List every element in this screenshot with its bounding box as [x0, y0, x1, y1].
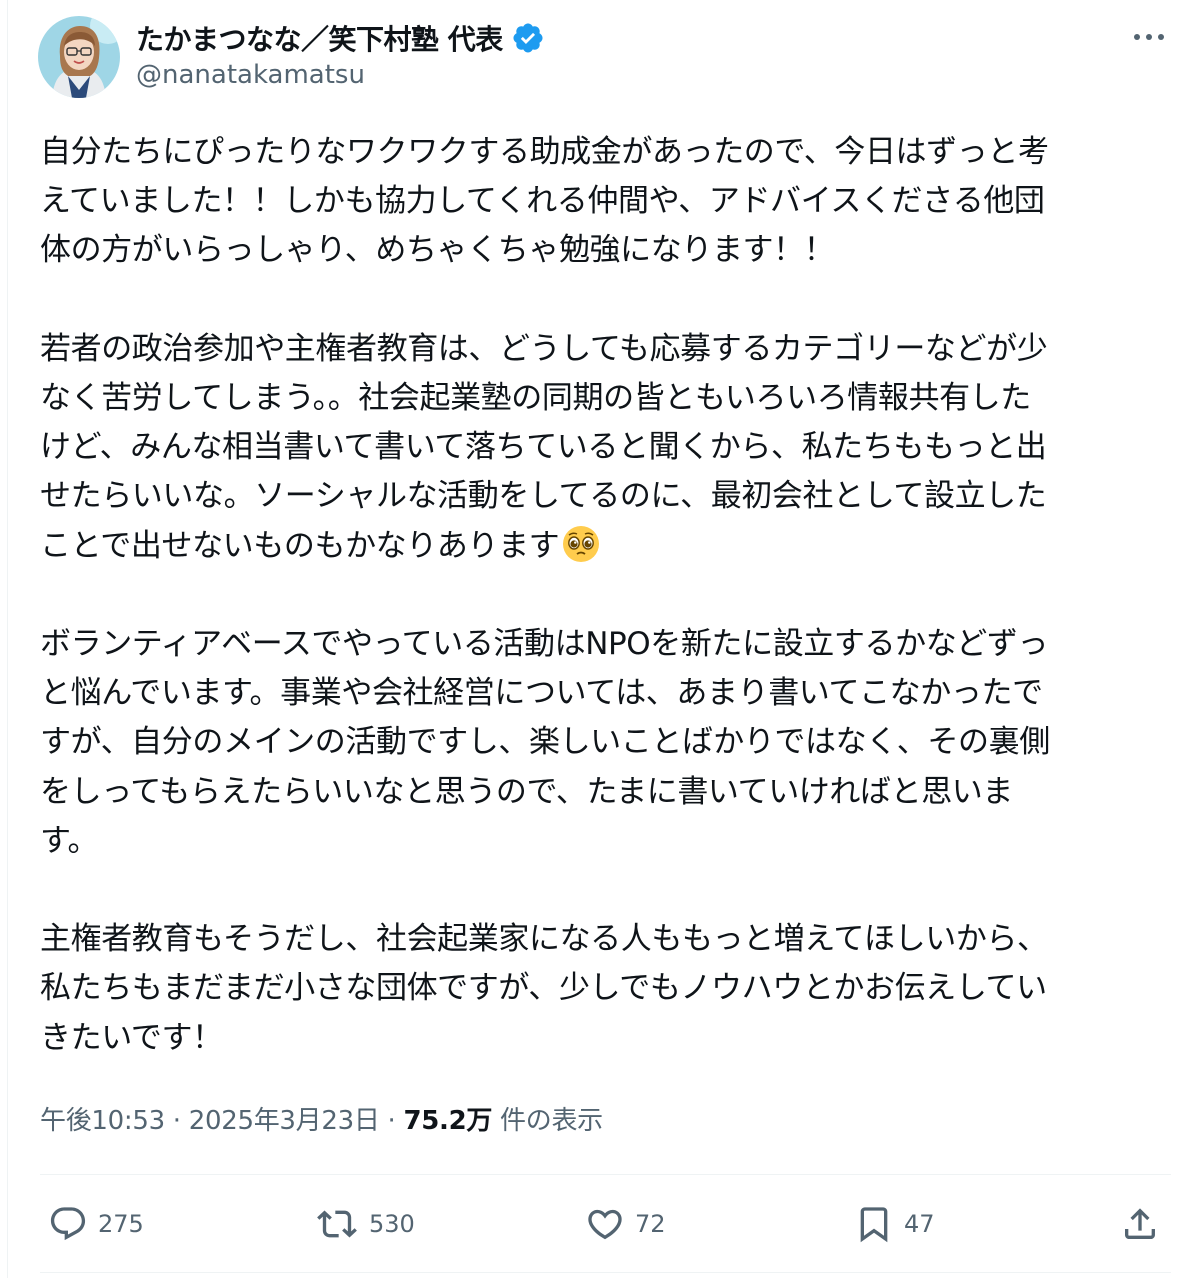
share-icon	[1120, 1204, 1160, 1244]
text-line: 体の方がいらっしゃり、めちゃくちゃ勉強になります！！	[40, 232, 835, 269]
more-options-icon[interactable]	[1129, 20, 1169, 54]
tweet-text: 自分たちにぴったりなワクワクする助成金があったので、今日はずっと考 えていました…	[40, 128, 1165, 1063]
text-line: と悩んでいます。事業や会社経営については、あまり書いてこなかったで	[40, 675, 1043, 712]
bookmark-count: 47	[904, 1210, 935, 1238]
divider	[40, 1174, 1171, 1175]
text-line: せたらいいな。ソーシャルな活動をしてるのに、最初会社として設立した	[40, 478, 1047, 515]
text-line: す。	[40, 822, 99, 859]
profile-photo	[38, 16, 120, 98]
reply-button[interactable]: 275	[48, 1196, 144, 1252]
verified-badge-icon[interactable]	[511, 21, 545, 55]
text-line: 自分たちにぴったりなワクワクする助成金があったので、今日はずっと考	[40, 134, 1049, 170]
avatar[interactable]	[38, 16, 120, 98]
text-line: ボランティアベースでやっている活動はNPOを新たに設立するかなどずっ	[40, 626, 1049, 662]
handle[interactable]: @nanatakamatsu	[136, 60, 365, 90]
text-line-with-emoji: ことで出せないものもかなりあります	[40, 522, 1165, 571]
text-line: えていました！！しかも協力してくれる仲間や、アドバイスくださる他団	[40, 183, 1045, 220]
text-line: けど、みんな相当書いて書いて落ちていると聞くから、私たちももっと出	[40, 429, 1047, 466]
heart-icon	[585, 1204, 625, 1244]
like-button[interactable]: 72	[585, 1196, 666, 1252]
repost-count: 530	[369, 1210, 415, 1238]
bookmark-icon	[854, 1204, 894, 1244]
display-name[interactable]: たかまつなな／笑下村塾 代表	[136, 18, 503, 58]
repost-icon	[315, 1204, 359, 1244]
views-count: 75.2万	[403, 1106, 493, 1136]
action-bar: 275 530 72 47	[40, 1196, 1165, 1252]
text-line: 主権者教育もそうだし、社会起業家になる人ももっと増えてほしいから、	[40, 921, 1048, 958]
tweet-meta: 午後10:53 · 2025年3月23日 · 75.2万 件の表示	[40, 1100, 603, 1137]
tweet-time[interactable]: 午後10:53	[40, 1106, 165, 1136]
meta-separator: ·	[164, 1106, 189, 1136]
paragraph-2: 若者の政治参加や主権者教育は、どうしても応募するカテゴリーなどが少 なく苦労して…	[40, 325, 1165, 571]
paragraph-1: 自分たちにぴったりなワクワクする助成金があったので、今日はずっと考 えていました…	[40, 128, 1165, 276]
share-button[interactable]	[1120, 1196, 1160, 1252]
text-line: すが、自分のメインの活動ですし、楽しいことばかりではなく、その裏側	[40, 724, 1050, 761]
reply-icon	[48, 1204, 88, 1244]
bottom-divider	[40, 1272, 1171, 1273]
text-line: 私たちもまだまだ小さな団体ですが、少しでもノウハウとかお伝えしてい	[40, 970, 1047, 1007]
left-border	[7, 0, 8, 1278]
paragraph-3: ボランティアベースでやっている活動はNPOを新たに設立するかなどずっ と悩んでい…	[40, 620, 1165, 866]
views-label: 件の表示	[492, 1106, 603, 1136]
repost-button[interactable]: 530	[315, 1196, 415, 1252]
text-line: きたいです！	[40, 1019, 223, 1056]
author-name-row: たかまつなな／笑下村塾 代表	[136, 18, 545, 58]
meta-separator: ·	[379, 1106, 404, 1136]
bookmark-button[interactable]: 47	[854, 1196, 935, 1252]
like-count: 72	[635, 1210, 666, 1238]
reply-count: 275	[98, 1210, 144, 1238]
tweet-date[interactable]: 2025年3月23日	[189, 1106, 380, 1136]
text-line: なく苦労してしまう。。社会起業塾の同期の皆ともいろいろ情報共有した	[40, 380, 1031, 416]
text-line: 若者の政治参加や主権者教育は、どうしても応募するカテゴリーなどが少	[40, 330, 1048, 367]
pleading-face-emoji-icon	[561, 524, 601, 564]
text-line: ことで出せないものもかなりあります	[40, 527, 560, 564]
text-line: をしってもらえたらいいなと思うので、たまに書いていければと思いま	[40, 773, 1013, 810]
paragraph-4: 主権者教育もそうだし、社会起業家になる人ももっと増えてほしいから、 私たちもまだ…	[40, 915, 1165, 1063]
